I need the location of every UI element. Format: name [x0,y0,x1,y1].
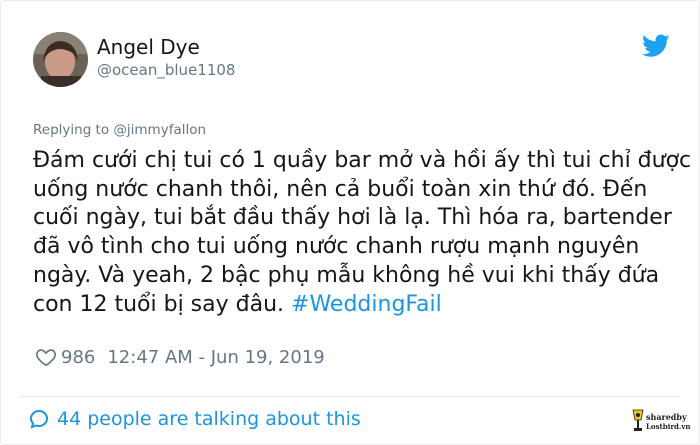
watermark-line2: Lostbird.vn [646,422,691,431]
replying-to-link[interactable]: @jimmyfallon [113,122,206,138]
twitter-bird-icon[interactable] [642,34,670,58]
tweet-card: Angel Dye @ocean_blue1108 Replying to @j… [0,0,700,445]
speech-bubble-icon [27,407,51,431]
talking-text: 44 people are talking about this [57,408,361,430]
talking-link[interactable]: 44 people are talking about this [27,407,361,431]
lostbird-logo-icon [632,409,644,431]
author-name[interactable]: Angel Dye [97,35,200,59]
timestamp[interactable]: 12:47 AM - Jun 19, 2019 [107,347,324,368]
avatar[interactable] [33,32,88,87]
heart-icon[interactable] [35,346,57,368]
author-handle[interactable]: @ocean_blue1108 [97,61,235,79]
divider [19,396,681,397]
watermark: sharedby Lostbird.vn [631,406,691,440]
like-count: 986 [61,346,96,368]
watermark-line1: sharedby [646,412,687,422]
tweet-body: Đám cưới chị tui có 1 quầy bar mở và hồi… [33,147,697,319]
replying-to: Replying to @jimmyfallon [33,122,206,138]
replying-prefix: Replying to [33,122,114,138]
hashtag-link[interactable]: #WeddingFail [291,292,442,317]
tweet-meta: 986 12:47 AM - Jun 19, 2019 [35,345,325,369]
